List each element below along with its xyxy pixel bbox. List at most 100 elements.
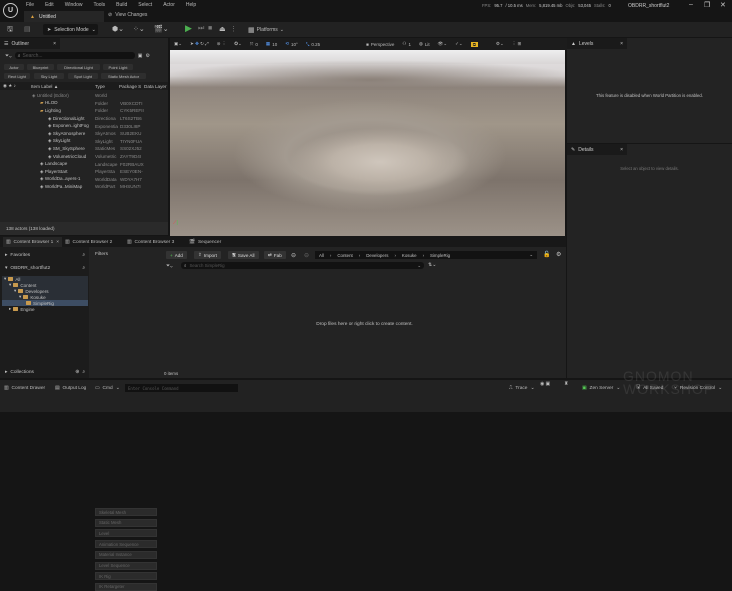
visibility-icon[interactable]: ◉ ★ ♪ bbox=[3, 83, 16, 89]
favorites-header[interactable]: ▸ Favorites ⌕ bbox=[5, 252, 85, 259]
outliner-row[interactable]: ◈ DirectionalLight Directiona LT6S2TB6 bbox=[0, 115, 168, 123]
camera-speed-dropdown[interactable]: ⚇ 1 bbox=[402, 41, 411, 47]
filter-spot-light[interactable]: Spot Light bbox=[68, 73, 98, 79]
scale-snap[interactable]: ⤡ 0.25 bbox=[306, 42, 320, 47]
game-view-icon[interactable]: ⧉ bbox=[470, 41, 478, 47]
selection-mode-dropdown[interactable]: ➤ Selection Mode ⌄ bbox=[43, 24, 98, 35]
menu-help[interactable]: Help bbox=[186, 2, 196, 8]
project-header[interactable]: ▾ OBDRR_shortflut2 ⌕ bbox=[5, 265, 85, 272]
close-tab-icon[interactable]: × bbox=[620, 147, 623, 153]
menu-file[interactable]: File bbox=[26, 2, 34, 8]
chevron-down-icon[interactable]: ⌄ bbox=[529, 252, 533, 258]
unreal-logo[interactable]: U bbox=[3, 3, 18, 18]
filter-chip[interactable]: Material Instance bbox=[95, 550, 157, 559]
filter-actor[interactable]: Actor bbox=[4, 64, 24, 70]
search-icon[interactable]: ⌕ bbox=[82, 265, 85, 271]
filter-chip[interactable]: Level Sequence bbox=[95, 561, 157, 570]
settings-icon[interactable]: ⚙ bbox=[145, 53, 149, 59]
filter-directional-light[interactable]: Directional Light bbox=[57, 64, 100, 70]
filter-chip[interactable]: IK Retargeter bbox=[95, 582, 157, 591]
breadcrumb-simplerig[interactable]: SimpleRig bbox=[430, 253, 450, 258]
close-tab-icon[interactable]: × bbox=[620, 41, 623, 47]
filter-rect-light[interactable]: Rect Light bbox=[4, 73, 30, 79]
viewport-settings-icon[interactable]: ⚙⌄ bbox=[496, 41, 504, 47]
coord-system-icon[interactable]: ✪⌄ bbox=[234, 41, 242, 47]
grid-snap[interactable]: ⤧ 0 bbox=[250, 42, 258, 47]
menu-tools[interactable]: Tools bbox=[93, 2, 105, 8]
breadcrumb-developers[interactable]: Developers bbox=[366, 253, 388, 258]
outliner-row[interactable]: ◈ WorldDa..ayers-1 WorldDatа WDYA7H7 bbox=[0, 176, 168, 184]
back-icon[interactable]: ⊖ bbox=[291, 252, 296, 259]
outliner-row[interactable]: ◈ VolumetricCloud Volumetric ZAYT9D4I bbox=[0, 153, 168, 161]
menu-select[interactable]: Select bbox=[138, 2, 152, 8]
add-folder-icon[interactable]: ▣ bbox=[138, 53, 143, 59]
menu-build[interactable]: Build bbox=[116, 2, 127, 8]
column-package[interactable]: Package S bbox=[119, 84, 141, 89]
eject-icon[interactable]: ⏏ bbox=[219, 25, 226, 35]
column-item-label[interactable]: Item Label ▲ bbox=[31, 84, 58, 89]
rotate-snap[interactable]: ⟲ 10° bbox=[285, 41, 298, 47]
add-button[interactable]: + Add bbox=[166, 251, 187, 259]
browse-icon[interactable]: ▤ bbox=[24, 25, 31, 35]
fab-button[interactable]: ⇄ Fab bbox=[264, 251, 286, 259]
close-tab-icon[interactable]: × bbox=[53, 41, 56, 47]
outliner-row[interactable]: ◈ Landscape Landscape F02RBAUX bbox=[0, 160, 168, 168]
surface-snap-icon[interactable]: ⊜ ⋮ bbox=[217, 41, 227, 47]
breadcrumb-kosuke[interactable]: Kosuke bbox=[402, 253, 417, 258]
filter-dropdown-icon[interactable]: ⏷⌄ bbox=[166, 263, 173, 269]
close-tab-icon[interactable]: × bbox=[56, 240, 59, 245]
outliner-tab[interactable]: ☰ Outliner × bbox=[0, 38, 60, 49]
console-input[interactable]: Enter Console Command bbox=[125, 384, 238, 392]
outliner-row[interactable]: ◈ SkyLight SkyLight TIYN0FUA bbox=[0, 138, 168, 146]
folder-tree-item[interactable]: ▸ Engine bbox=[2, 306, 88, 312]
translate-snap[interactable]: ▦ 10 bbox=[266, 41, 277, 47]
column-data-layer[interactable]: Data Layer bbox=[144, 84, 166, 89]
view-changes-button[interactable]: ⊘ View Changes bbox=[108, 12, 147, 18]
more-options-icon[interactable]: ⋮ bbox=[230, 25, 237, 35]
add-collection-icon[interactable]: ⊕ bbox=[75, 370, 79, 375]
filter-static-mesh-actor[interactable]: Static Mesh Actor bbox=[101, 73, 146, 79]
close-button[interactable]: ✕ bbox=[720, 1, 726, 9]
tab-content-browser-1[interactable]: ▥ Content Browser 1 × bbox=[3, 237, 63, 247]
cinematics-icon[interactable]: 🎬⌄ bbox=[154, 25, 169, 35]
outliner-row[interactable]: ◈ Exponen..ightFog Exponentia D330LI8P bbox=[0, 122, 168, 130]
lock-icon[interactable]: 🔓 bbox=[543, 251, 550, 258]
tab-content-browser-3[interactable]: ▥ Content Browser 3 bbox=[127, 237, 174, 247]
blueprint-icon[interactable]: ⁘⌄ bbox=[133, 25, 145, 35]
filter-sky-light[interactable]: Sky Light bbox=[34, 73, 64, 79]
tab-sequencer[interactable]: 🎬 Sequencer bbox=[189, 237, 221, 247]
level-viewport[interactable]: ⟋| bbox=[170, 50, 565, 236]
collections-header[interactable]: ▸ Collections ⊕ ⌕ bbox=[5, 369, 85, 376]
menu-window[interactable]: Window bbox=[65, 2, 83, 8]
step-icon[interactable]: ⏭ bbox=[198, 25, 204, 35]
filter-blueprint[interactable]: Blueprint bbox=[27, 64, 54, 70]
filter-chip[interactable]: Animation Sequence bbox=[95, 540, 157, 549]
content-search-input[interactable]: ⌕ Search SimpleRig ⌄ bbox=[181, 262, 424, 269]
settings-icon[interactable]: ⚙ bbox=[556, 251, 561, 258]
outliner-row[interactable]: ◈ Untitled (Editor) World bbox=[0, 92, 168, 100]
filter-chip[interactable]: IK Rig bbox=[95, 572, 157, 581]
save-all-button[interactable]: 🖫 Save All bbox=[228, 251, 259, 259]
filter-icon[interactable]: ⏷⌄ bbox=[5, 53, 12, 59]
platforms-button[interactable]: ▦ Platforms ⌄ bbox=[248, 25, 284, 35]
search-icon[interactable]: ⌕ bbox=[82, 369, 85, 375]
outliner-row[interactable]: ◈ WorldPa..MiniMap WorldPart MHSUN7I bbox=[0, 183, 168, 191]
select-tool-icon[interactable]: ➤ ✥ ↻ ⤢ bbox=[190, 41, 209, 47]
stop-icon[interactable]: ■ bbox=[208, 25, 212, 35]
filter-chip[interactable]: Skeletal Mesh bbox=[95, 508, 157, 516]
breadcrumb-all[interactable]: All bbox=[319, 253, 324, 258]
viewport-layout-icon[interactable]: ⋮ ⊞ bbox=[512, 41, 522, 47]
play-button[interactable]: ▶ bbox=[185, 23, 192, 33]
minimize-button[interactable]: – bbox=[689, 1, 693, 8]
sort-icon[interactable]: ⇅⌄ bbox=[428, 262, 436, 268]
outliner-search-input[interactable]: ⌕ Search... bbox=[14, 52, 135, 59]
import-button[interactable]: ⇪ Import bbox=[194, 251, 221, 259]
transform-menu-icon[interactable]: ▣⌄ bbox=[174, 41, 182, 47]
show-icon[interactable]: 👁⌄ bbox=[438, 41, 447, 47]
document-tab[interactable]: ▲ Untitled bbox=[24, 11, 104, 22]
save-icon[interactable]: 🖫 bbox=[7, 25, 13, 35]
details-tab[interactable]: ✎ Details × bbox=[567, 144, 627, 155]
outliner-row[interactable]: ◈ PlayerStart PlayerSta ESEY0EN- bbox=[0, 168, 168, 176]
tab-content-browser-2[interactable]: ▥ Content Browser 2 bbox=[65, 237, 112, 247]
column-type[interactable]: Type bbox=[95, 84, 105, 89]
